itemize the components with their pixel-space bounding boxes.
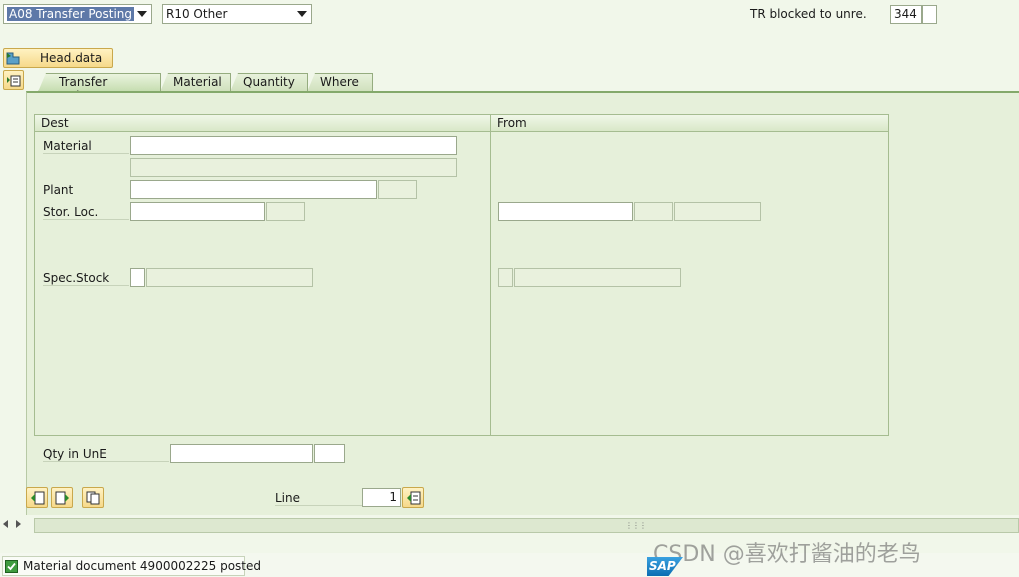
from-stor-loc-field[interactable] [498, 202, 633, 221]
material-label: Material [43, 139, 129, 154]
line-field[interactable]: 1 [362, 488, 401, 507]
qty-field[interactable] [170, 444, 313, 463]
action-dropdown[interactable]: A08 Transfer Posting [3, 4, 152, 24]
plant-extra-field [378, 180, 417, 199]
from-stor-loc-extra-field [634, 202, 673, 221]
item-overview-button[interactable] [3, 70, 24, 90]
head-data-label: Head.data [40, 51, 103, 65]
status-message-box[interactable]: Material document 4900002225 posted [2, 556, 261, 576]
previous-item-button[interactable] [26, 487, 48, 508]
copy-icon [86, 491, 101, 505]
scroll-left-icon[interactable] [3, 520, 8, 528]
chevron-down-icon [137, 11, 147, 17]
status-message: Material document 4900002225 posted [23, 559, 262, 573]
stor-loc-field[interactable] [130, 202, 265, 221]
next-item-button[interactable] [51, 487, 73, 508]
tab-label: Material [173, 75, 222, 89]
copy-item-button[interactable] [82, 487, 104, 508]
stor-loc-extra-field [266, 202, 305, 221]
from-title: From [491, 115, 888, 132]
tab-quantity[interactable]: Quantity [230, 73, 308, 92]
line-label: Line [275, 491, 362, 506]
material-description-field [130, 158, 457, 177]
movement-extra-field[interactable] [922, 5, 937, 24]
tab-label: Quantity [243, 75, 295, 89]
head-data-icon [6, 52, 20, 65]
go-to-line-button[interactable] [402, 487, 424, 508]
previous-page-icon [30, 491, 45, 505]
spec-stock-indicator-field[interactable] [130, 268, 145, 287]
reference-dropdown-value: R10 Other [166, 7, 228, 21]
line-value: 1 [389, 490, 397, 504]
success-check-icon [5, 560, 18, 573]
material-field[interactable] [130, 136, 457, 155]
scroll-grip-icon: ⋮⋮⋮ [625, 521, 647, 530]
tab-where[interactable]: Where [307, 73, 373, 92]
next-page-icon [55, 491, 70, 505]
reference-dropdown[interactable]: R10 Other [162, 4, 312, 24]
horizontal-scrollbar[interactable]: ⋮⋮⋮ [34, 518, 1019, 533]
dest-title: Dest [35, 115, 490, 132]
stor-loc-label: Stor. Loc. [43, 205, 129, 220]
tab-material[interactable]: Material [160, 73, 231, 92]
qty-label: Qty in UnE [43, 447, 169, 462]
from-spec-stock-indicator-field [498, 268, 513, 287]
movement-type-value: 344 [894, 7, 917, 21]
go-to-line-icon [406, 491, 421, 505]
scroll-right-icon[interactable] [16, 520, 21, 528]
from-stor-loc-desc-field [674, 202, 761, 221]
item-overview-icon [7, 74, 21, 87]
from-spec-stock-field [514, 268, 681, 287]
chevron-down-icon [297, 11, 307, 17]
head-data-button[interactable]: Head.data [3, 48, 113, 68]
spec-stock-label: Spec.Stock [43, 271, 129, 286]
tab-transfer-posting[interactable]: Transfer Posting [38, 73, 161, 92]
spec-stock-field [146, 268, 313, 287]
action-dropdown-value: A08 Transfer Posting [7, 7, 135, 21]
sap-logo-text: SAP [649, 559, 676, 573]
movement-type-label: TR blocked to unre. [750, 7, 867, 21]
tab-label: Where [320, 75, 359, 89]
plant-field[interactable] [130, 180, 377, 199]
watermark-text: CSDN @喜欢打酱油的老鸟 [653, 542, 921, 567]
movement-type-field[interactable]: 344 [890, 5, 922, 24]
plant-label: Plant [43, 183, 74, 197]
qty-unit-field[interactable] [314, 444, 345, 463]
